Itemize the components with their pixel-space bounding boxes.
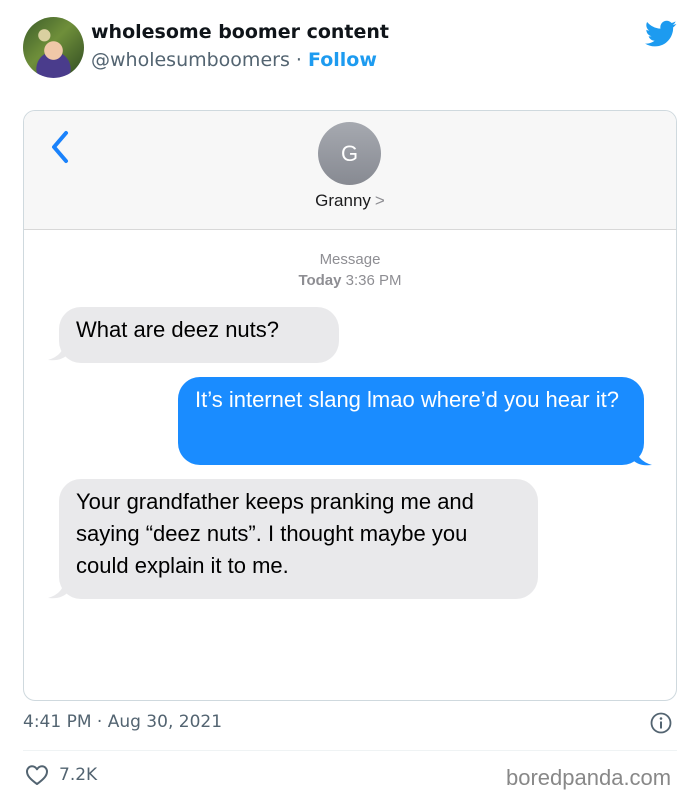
author-avatar[interactable] <box>23 17 84 78</box>
like-button[interactable]: 7.2K <box>25 764 97 786</box>
handle-line: @wholesumboomers · Follow <box>91 49 377 71</box>
heart-icon <box>26 765 48 785</box>
handle-separator: · <box>295 49 302 71</box>
divider <box>23 750 677 751</box>
twitter-bird-icon[interactable] <box>645 20 677 48</box>
messages-header: G Granny > <box>24 111 676 230</box>
chevron-left-icon[interactable] <box>48 129 72 165</box>
info-icon[interactable] <box>650 712 672 734</box>
thread-timestamp: Today 3:36 PM <box>24 270 676 291</box>
message-bubble-outgoing[interactable]: It’s internet slang lmao where’d you hea… <box>178 377 644 465</box>
follow-button[interactable]: Follow <box>308 49 377 71</box>
message-bubble-incoming[interactable]: What are deez nuts? <box>59 307 339 363</box>
author-name[interactable]: wholesome boomer content <box>91 21 389 43</box>
watermark: boredpanda.com <box>506 765 672 790</box>
thread-day: Today <box>298 272 342 289</box>
contact-name: Granny <box>315 191 371 210</box>
author-handle[interactable]: @wholesumboomers <box>91 49 290 71</box>
thread-meta: Message Today 3:36 PM <box>24 249 676 291</box>
contact-avatar[interactable]: G <box>318 122 381 185</box>
tweet-timestamp[interactable]: 4:41 PM · Aug 30, 2021 <box>23 712 222 732</box>
messages-screenshot: G Granny > Message Today 3:36 PM What are… <box>23 110 677 701</box>
thread-label: Message <box>319 251 381 268</box>
chevron-right-icon: > <box>374 191 385 210</box>
like-count: 7.2K <box>59 765 98 785</box>
message-bubble-incoming[interactable]: Your grandfather keeps pranking me and s… <box>59 479 538 599</box>
thread-time: 3:36 PM <box>345 272 402 289</box>
contact-name-row[interactable]: Granny > <box>24 191 676 211</box>
